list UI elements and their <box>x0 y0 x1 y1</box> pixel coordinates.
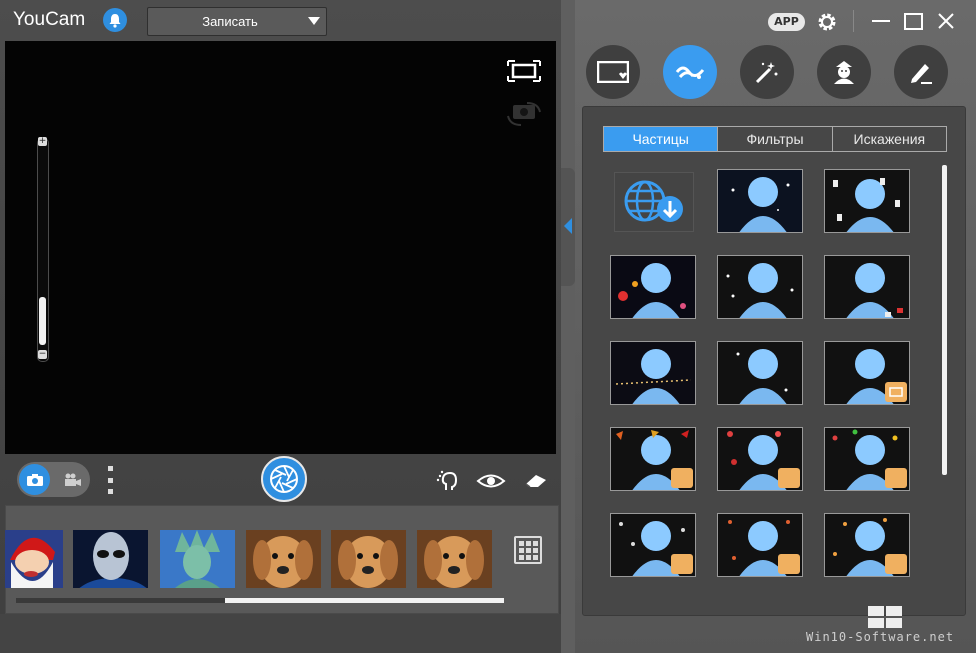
avatar-santa[interactable] <box>5 530 63 588</box>
effect-item[interactable] <box>610 341 696 405</box>
strip-scrollbar-thumb[interactable] <box>225 598 504 603</box>
title-separator <box>853 10 854 32</box>
tab-distortions[interactable]: Искажения <box>831 127 946 151</box>
shutter-icon[interactable] <box>261 456 307 502</box>
app-badge-button[interactable]: APP <box>768 13 805 31</box>
eraser-icon[interactable] <box>524 473 548 493</box>
camera-icon[interactable] <box>19 464 50 495</box>
camera-preview <box>5 41 556 454</box>
effect-item[interactable] <box>610 255 696 319</box>
effect-item[interactable] <box>717 427 803 491</box>
eye-icon[interactable] <box>476 473 506 493</box>
tab-filters[interactable]: Фильтры <box>717 127 831 151</box>
avatar-dog-2[interactable] <box>331 530 406 588</box>
chevron-left-icon[interactable] <box>564 218 572 234</box>
chevron-down-icon <box>308 17 320 25</box>
avatar-dog-3[interactable] <box>417 530 492 588</box>
effect-item[interactable] <box>824 341 910 405</box>
avatar-statue-of-liberty[interactable] <box>160 530 235 588</box>
maximize-icon[interactable] <box>904 13 923 30</box>
effect-item[interactable] <box>824 169 910 233</box>
windows-logo-icon <box>868 606 904 628</box>
draw-icon[interactable] <box>894 45 948 99</box>
avatar-icon[interactable] <box>817 45 871 99</box>
particles-icon[interactable] <box>663 45 717 99</box>
zoom-slider-handle[interactable] <box>39 297 46 345</box>
grid-icon[interactable] <box>514 536 542 564</box>
camera-switch-icon[interactable] <box>505 100 543 132</box>
avatar-dog-1[interactable] <box>246 530 321 588</box>
effect-item[interactable] <box>824 513 910 577</box>
effect-item[interactable] <box>610 513 696 577</box>
effect-item[interactable] <box>824 427 910 491</box>
gear-icon[interactable] <box>816 11 838 37</box>
effects-scrollbar[interactable] <box>942 165 947 475</box>
effect-item[interactable] <box>824 255 910 319</box>
more-options-button[interactable] <box>106 466 114 494</box>
bell-icon[interactable] <box>103 8 127 32</box>
zoom-out-button[interactable]: − <box>38 350 47 359</box>
tab-particles[interactable]: Частицы <box>604 127 718 151</box>
effect-item[interactable] <box>717 341 803 405</box>
effect-item[interactable] <box>717 255 803 319</box>
watermark-text: Win10-Software.net <box>806 630 955 644</box>
record-mode-label: Записать <box>202 14 258 29</box>
effect-item[interactable] <box>717 169 803 233</box>
app-title: YouCam <box>13 9 86 30</box>
close-icon[interactable] <box>937 12 955 34</box>
frame-icon[interactable] <box>586 45 640 99</box>
status-area <box>0 614 561 653</box>
magic-wand-icon[interactable] <box>740 45 794 99</box>
face-tracking-icon[interactable] <box>436 470 460 496</box>
fullscreen-icon[interactable] <box>507 60 541 86</box>
effect-item[interactable] <box>717 513 803 577</box>
download-effects-button[interactable] <box>614 172 694 232</box>
record-mode-select[interactable]: Записать <box>147 7 327 36</box>
effects-tabs: Частицы Фильтры Искажения <box>603 126 947 152</box>
minimize-icon[interactable] <box>872 20 890 22</box>
zoom-in-button[interactable]: + <box>38 137 47 146</box>
avatar-alien[interactable] <box>73 530 148 588</box>
video-camera-icon[interactable] <box>58 466 88 494</box>
effect-item[interactable] <box>610 427 696 491</box>
